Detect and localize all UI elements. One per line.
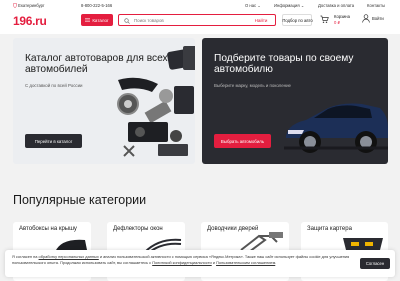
nav-about[interactable]: О нас ⌄ <box>245 3 261 8</box>
go-to-catalog-button[interactable]: Перейти в каталог <box>25 134 82 148</box>
nav-info[interactable]: Информация ⌄ <box>274 3 304 8</box>
personal-data-link[interactable]: обработку персональных данных <box>39 254 99 259</box>
nav-delivery[interactable]: Доставка и оплата <box>318 3 354 8</box>
auto-select-banner[interactable]: Подберите товары по своему автомобилю Вы… <box>202 38 388 164</box>
user-agreement-link[interactable]: Пользовательским соглашением <box>216 260 275 265</box>
cookie-consent-banner: Я согласен на обработку персональных дан… <box>5 250 395 277</box>
nav-contacts[interactable]: Контакты <box>367 3 385 8</box>
cookie-agree-button[interactable]: Согласен <box>360 258 390 269</box>
menu-icon <box>85 18 91 22</box>
search-button[interactable]: Найти <box>248 16 274 24</box>
city-label: Екатеринбург <box>18 3 45 8</box>
auto-select-banner-title: Подберите товары по своему автомобилю <box>214 53 354 75</box>
category-label: Защита картера <box>307 226 352 232</box>
catalog-button[interactable]: Каталог <box>81 14 113 26</box>
auto-select-label: Подбор по авто <box>282 17 313 23</box>
search-icon <box>124 17 130 24</box>
nav-about-label: О нас <box>245 3 257 8</box>
cart-text: Корзина 0 ₽ <box>334 14 350 25</box>
top-info-bar: Екатеринбург 8-800-222-5-166 О нас ⌄ Инф… <box>0 0 400 10</box>
catalog-banner[interactable]: Каталог автотоваров для всех автомобилей… <box>13 38 195 164</box>
cart-label: Корзина <box>334 14 350 19</box>
popular-categories-title: Популярные категории <box>13 193 147 207</box>
choose-car-button[interactable]: Выбрать автомобиль <box>214 134 271 148</box>
catalog-banner-subtitle: С доставкой по всей России <box>25 83 83 88</box>
city-selector[interactable]: Екатеринбург <box>12 2 45 9</box>
login-label: Войти <box>372 16 384 21</box>
category-label: Дефлекторы окон <box>113 226 163 232</box>
phone-link[interactable]: 8-800-222-5-166 <box>81 3 112 8</box>
main-header: 196.ru Каталог Поиск товаров Найти Подбо… <box>0 10 400 34</box>
chevron-down-icon: ⌄ <box>300 3 305 8</box>
search-bar: Поиск товаров Найти <box>118 14 276 26</box>
cookie-consent-text: Я согласен на обработку персональных дан… <box>12 254 352 265</box>
car-illustration <box>284 103 388 153</box>
site-logo[interactable]: 196.ru <box>13 14 47 28</box>
category-label: Автобоксы на крышу <box>19 226 77 232</box>
chevron-down-icon: ⌄ <box>257 3 261 8</box>
location-pin-icon <box>12 2 18 9</box>
nav-info-label: Информация <box>274 3 300 8</box>
login-button[interactable]: Войти <box>362 14 384 23</box>
auto-select-button[interactable]: Подбор по авто <box>282 14 313 26</box>
search-input[interactable]: Поиск товаров <box>134 18 164 23</box>
auto-parts-illustration <box>117 46 195 157</box>
auto-select-banner-subtitle: Выберите марку, модель и поколение <box>214 83 291 88</box>
cookie-text-part: Я согласен на <box>12 254 39 259</box>
cart-price: 0 ₽ <box>334 19 341 25</box>
cookie-text-part: . <box>275 259 277 265</box>
cart-icon <box>320 15 329 23</box>
door-closer-image <box>240 232 283 252</box>
catalog-label: Каталог <box>92 17 109 23</box>
user-icon <box>362 14 370 23</box>
privacy-policy-link[interactable]: Политикой конфиденциальности <box>152 260 212 265</box>
